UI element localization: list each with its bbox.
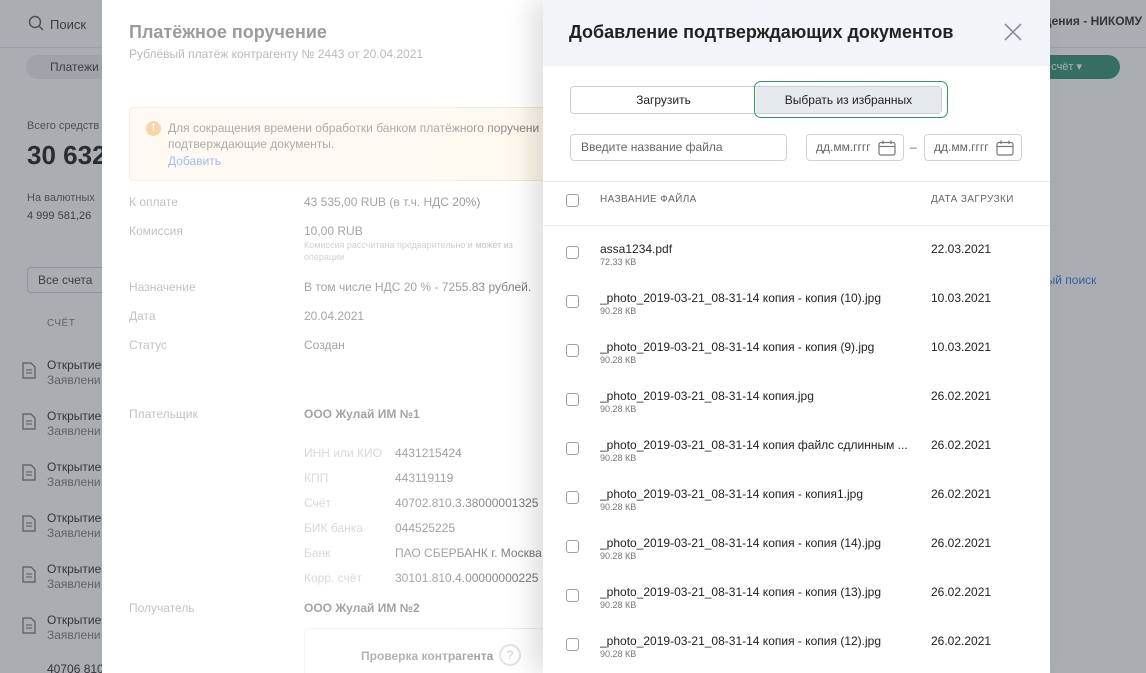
payment-title: Платёжное поручение xyxy=(129,22,327,42)
upload-date: 26.02.2021 xyxy=(931,487,992,501)
file-size: 90.28 КВ xyxy=(600,600,637,610)
tab-upload[interactable]: Загрузить xyxy=(571,87,756,113)
receiver-label: Получатель xyxy=(129,601,195,615)
calendar-icon[interactable] xyxy=(878,140,896,156)
purpose-value: В том числе НДС 20 % - 7255.83 рублей. xyxy=(304,280,532,294)
date-to-input[interactable]: дд.мм.гггг xyxy=(924,134,1022,161)
file-size: 90.28 КВ xyxy=(600,649,637,659)
file-name: assa1234.pdf xyxy=(600,242,673,256)
status-label: Статус xyxy=(129,338,167,352)
table-row[interactable]: _photo_2019-03-21_08-31-14 копия - копия… xyxy=(543,291,1050,340)
table-row[interactable]: _photo_2019-03-21_08-31-14 копия - копия… xyxy=(543,487,1050,536)
payment-subtitle: Рублёвый платёж контрагенту № 2443 от 20… xyxy=(129,47,424,61)
file-size: 90.28 КВ xyxy=(600,355,637,365)
close-icon[interactable] xyxy=(1003,22,1023,42)
inn-label: ИНН или КИО xyxy=(304,446,382,460)
upload-date: 22.03.2021 xyxy=(931,242,992,256)
row-checkbox[interactable] xyxy=(566,540,579,553)
file-name-search-input[interactable]: Введите название файла xyxy=(570,134,787,161)
file-size: 90.28 КВ xyxy=(600,502,637,512)
account-label: Счёт xyxy=(304,496,331,510)
payer-value: ООО Жулай ИМ №1 xyxy=(304,407,420,421)
payer-label: Плательщик xyxy=(129,407,198,421)
bank-label: Банк xyxy=(304,546,331,560)
warning-icon: ! xyxy=(146,121,161,136)
date-from-placeholder: дд.мм.гггг xyxy=(816,140,871,154)
file-name: _photo_2019-03-21_08-31-14 копия - копия… xyxy=(600,291,882,305)
help-icon[interactable]: ? xyxy=(499,644,521,666)
date-to-placeholder: дд.мм.гггг xyxy=(934,140,989,154)
to-pay-label: К оплате xyxy=(129,195,178,209)
file-name: _photo_2019-03-21_08-31-14 копия - копия… xyxy=(600,536,882,550)
file-name: _photo_2019-03-21_08-31-14 копия файлс с… xyxy=(600,438,908,452)
corr-account-value: 30101.810.4.00000000225 xyxy=(395,571,539,585)
upload-date: 10.03.2021 xyxy=(931,340,992,354)
row-checkbox[interactable] xyxy=(566,344,579,357)
source-toggle: Загрузить Выбрать из избранных xyxy=(570,86,942,114)
file-name: _photo_2019-03-21_08-31-14 копия - копия… xyxy=(600,340,875,354)
file-size: 90.28 КВ xyxy=(600,453,637,463)
date-value: 20.04.2021 xyxy=(304,309,365,323)
calendar-icon[interactable] xyxy=(996,140,1014,156)
upload-date: 26.02.2021 xyxy=(931,634,992,648)
row-checkbox[interactable] xyxy=(566,491,579,504)
file-size: 72.33 КВ xyxy=(600,257,637,267)
table-row[interactable]: _photo_2019-03-21_08-31-14 копия - копия… xyxy=(543,536,1050,585)
bik-label: БИК банка xyxy=(304,521,363,535)
table-row[interactable]: _photo_2019-03-21_08-31-14 копия - копия… xyxy=(543,585,1050,634)
date-from-input[interactable]: дд.мм.гггг xyxy=(806,134,904,161)
table-row[interactable]: _photo_2019-03-21_08-31-14 копия файлс с… xyxy=(543,438,1050,487)
row-checkbox[interactable] xyxy=(566,442,579,455)
receiver-value: ООО Жулай ИМ №2 xyxy=(304,601,420,615)
commission-note: Комиссия рассчитана предварительно и мож… xyxy=(304,240,513,262)
row-checkbox[interactable] xyxy=(566,589,579,602)
file-name: _photo_2019-03-21_08-31-14 копия - копия… xyxy=(600,634,882,648)
column-file-name[interactable]: НАЗВАНИЕ ФАЙЛА xyxy=(600,194,697,205)
select-all-checkbox[interactable] xyxy=(566,194,579,207)
table-header: НАЗВАНИЕ ФАЙЛА ДАТА ЗАГРУЗКИ xyxy=(543,181,1050,226)
add-documents-modal: Добавление подтверждающих документов Заг… xyxy=(543,0,1050,673)
table-row[interactable]: assa1234.pdf 72.33 КВ 22.03.2021 xyxy=(543,242,1050,291)
upload-date: 10.03.2021 xyxy=(931,291,992,305)
bank-value: ПАО СБЕРБАНК г. Москва xyxy=(395,546,542,560)
add-documents-link[interactable]: Добавить xyxy=(168,154,221,168)
row-checkbox[interactable] xyxy=(566,638,579,651)
row-checkbox[interactable] xyxy=(566,295,579,308)
kpp-label: КПП xyxy=(304,471,329,485)
row-checkbox[interactable] xyxy=(566,246,579,259)
corr-account-label: Корр. счёт xyxy=(304,571,362,585)
commission-label: Комиссия xyxy=(129,224,183,238)
commission-value: 10,00 RUB xyxy=(304,224,363,238)
upload-date: 26.02.2021 xyxy=(931,536,992,550)
upload-date: 26.02.2021 xyxy=(931,389,992,403)
kpp-value: 443119119 xyxy=(395,471,454,485)
to-pay-value: 43 535,00 RUB (в т.ч. НДС 20%) xyxy=(304,195,481,209)
upload-date: 26.02.2021 xyxy=(931,585,992,599)
bik-value: 044525225 xyxy=(395,521,456,535)
file-name: _photo_2019-03-21_08-31-14 копия - копия… xyxy=(600,585,882,599)
date-range-separator: – xyxy=(910,140,917,154)
status-value: Создан xyxy=(304,338,345,352)
modal-header: Добавление подтверждающих документов xyxy=(543,0,1050,66)
file-name: _photo_2019-03-21_08-31-14 копия.jpg xyxy=(600,389,814,403)
check-counterparty-button[interactable]: Проверка контрагента ? xyxy=(304,628,564,673)
inn-value: 4431215424 xyxy=(395,446,462,460)
date-label: Дата xyxy=(129,309,156,323)
file-size: 90.28 КВ xyxy=(600,404,637,414)
file-size: 90.28 КВ xyxy=(600,306,637,316)
file-size: 90.28 КВ xyxy=(600,551,637,561)
upload-date: 26.02.2021 xyxy=(931,438,992,452)
row-checkbox[interactable] xyxy=(566,393,579,406)
file-name: _photo_2019-03-21_08-31-14 копия - копия… xyxy=(600,487,864,501)
tab-favorites[interactable]: Выбрать из избранных xyxy=(756,87,941,113)
purpose-label: Назначение xyxy=(129,280,196,294)
modal-title: Добавление подтверждающих документов xyxy=(569,22,954,42)
table-row[interactable]: _photo_2019-03-21_08-31-14 копия - копия… xyxy=(543,340,1050,389)
column-upload-date[interactable]: ДАТА ЗАГРУЗКИ xyxy=(931,194,1014,205)
check-counterparty-label: Проверка контрагента xyxy=(361,649,494,663)
table-row[interactable]: _photo_2019-03-21_08-31-14 копия - копия… xyxy=(543,634,1050,673)
table-row[interactable]: _photo_2019-03-21_08-31-14 копия.jpg 90.… xyxy=(543,389,1050,438)
account-value: 40702.810.3.38000001325 xyxy=(395,496,539,510)
